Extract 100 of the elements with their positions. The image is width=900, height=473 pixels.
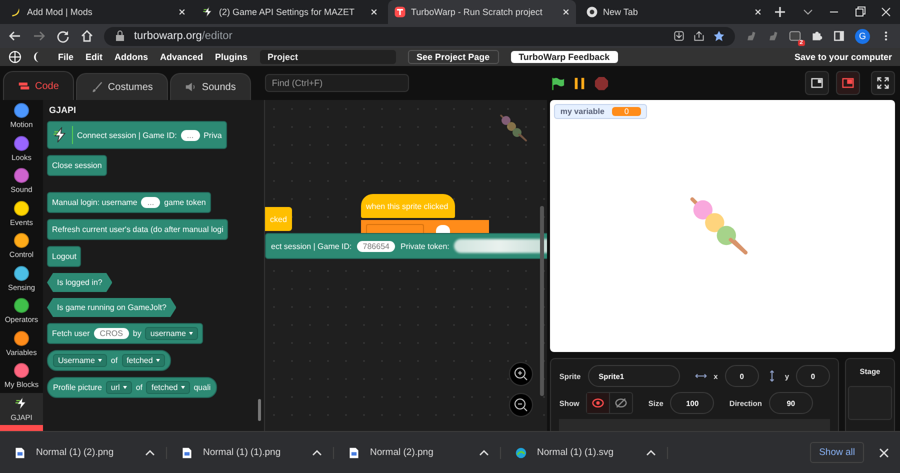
- forward-arrow-icon[interactable]: [32, 29, 46, 43]
- close-icon[interactable]: [370, 8, 378, 16]
- block-input[interactable]: ...: [180, 130, 200, 140]
- eye-icon: [592, 397, 604, 409]
- speaker-icon: [184, 81, 197, 93]
- large-stage-button[interactable]: [836, 71, 860, 95]
- block-text: Priva: [204, 130, 222, 140]
- dinosaur-icon[interactable]: [745, 30, 757, 42]
- dinosaur-icon[interactable]: [767, 30, 779, 42]
- gjapi-block[interactable]: Fetch user CROS by username: [47, 323, 203, 344]
- block-text: Close session: [52, 161, 102, 170]
- small-stage-button[interactable]: [805, 71, 829, 95]
- new-tab-icon[interactable]: [774, 6, 786, 18]
- show-all-button[interactable]: Show all: [810, 442, 864, 463]
- gjapi-block[interactable]: Is game running on GameJolt?: [47, 298, 176, 317]
- browser-tab[interactable]: TurboWarp - Run Scratch project: [388, 0, 576, 24]
- gjapi-block[interactable]: Manual login: username ... game token: [47, 192, 211, 213]
- gjapi-block[interactable]: Is logged in?: [47, 273, 112, 292]
- restore-icon[interactable]: [854, 6, 866, 18]
- stage-canvas[interactable]: my variable 0: [550, 100, 895, 352]
- lightning-bolt-icon: [52, 127, 68, 143]
- caret-icon: [156, 359, 160, 362]
- editor-tab[interactable]: Sounds: [170, 73, 251, 100]
- block-text: cked: [270, 214, 287, 224]
- gjapi-block[interactable]: ect session | Game ID: 786654 Private token:: [265, 233, 548, 259]
- download-item[interactable]: Normal (2).png: [348, 446, 501, 458]
- block-input[interactable]: CROS: [94, 328, 129, 339]
- variable-value: 0: [612, 107, 641, 116]
- block-dropdown[interactable]: fetched: [122, 354, 165, 367]
- install-icon[interactable]: [673, 30, 685, 42]
- gjapi-block[interactable]: Logout: [47, 246, 82, 267]
- project-title-field[interactable]: Project: [260, 50, 396, 64]
- home-icon[interactable]: [80, 29, 94, 43]
- browser-tab[interactable]: (2) Game API Settings for MAZET: [196, 0, 384, 24]
- side-panel-icon[interactable]: [833, 30, 845, 42]
- puzzle-piece-icon[interactable]: [811, 30, 823, 42]
- block-text: when this sprite clicked: [366, 202, 448, 210]
- block-text: Refresh current user's data (do after manual logi: [52, 225, 224, 234]
- scrollbar-thumb[interactable]: [540, 206, 544, 396]
- gjapi-block[interactable]: Connect session | Game ID: ... Priva: [47, 121, 227, 149]
- chrome-logo-icon: [586, 6, 598, 18]
- stage-thumbnail[interactable]: [848, 386, 892, 420]
- gjapi-block[interactable]: Username of fetched: [47, 350, 171, 371]
- share-icon[interactable]: [693, 30, 705, 42]
- block-dropdown[interactable]: username: [145, 327, 198, 340]
- block-dropdown[interactable]: url: [106, 381, 132, 394]
- address-bar[interactable]: turbowarp.org/editor: [104, 26, 735, 46]
- variable-monitor: my variable 0: [554, 104, 647, 119]
- block-input[interactable]: 786654: [356, 240, 396, 252]
- menu-button[interactable]: See Project Page: [408, 50, 499, 64]
- block-input[interactable]: [436, 225, 450, 233]
- scrollbar-thumb[interactable]: [258, 399, 261, 421]
- editor-tab[interactable]: Costumes: [76, 73, 168, 100]
- download-item[interactable]: Normal (1) (1).png: [181, 446, 334, 458]
- block-input[interactable]: ...: [141, 197, 160, 208]
- close-icon[interactable]: [754, 8, 762, 16]
- extension-icon[interactable]: [789, 30, 801, 42]
- menu-item[interactable]: Edit: [86, 52, 103, 62]
- find-field[interactable]: Find (Ctrl+F): [264, 74, 409, 92]
- globe-icon[interactable]: [8, 50, 22, 64]
- zoom-out-button[interactable]: [509, 393, 534, 417]
- browser-tab[interactable]: New Tab: [580, 0, 768, 24]
- block-dropdown[interactable]: fetched: [146, 381, 190, 394]
- menu-item[interactable]: Addons: [114, 52, 148, 62]
- menu-item[interactable]: Plugins: [215, 52, 248, 62]
- gjapi-block[interactable]: Refresh current user's data (do after manual logi: [47, 219, 228, 240]
- back-arrow-icon[interactable]: [8, 29, 22, 43]
- profile-avatar[interactable]: G: [855, 28, 870, 44]
- block-dropdown[interactable]: Username: [53, 354, 107, 367]
- image-file-icon: [14, 446, 26, 458]
- menu-button[interactable]: TurboWarp Feedback: [510, 51, 618, 63]
- browser-tab[interactable]: Add Mod | Mods: [4, 0, 192, 24]
- close-icon[interactable]: [880, 6, 892, 18]
- save-button[interactable]: Save to your computer: [794, 52, 892, 62]
- flag-icon[interactable]: [550, 76, 566, 90]
- paintbrush-icon: [90, 81, 103, 93]
- star-icon[interactable]: [713, 30, 725, 42]
- banana-icon: [10, 6, 22, 18]
- block-text: Private token:: [400, 242, 450, 250]
- close-icon[interactable]: [178, 8, 186, 16]
- large-stage-icon: [842, 77, 854, 89]
- close-icon[interactable]: [878, 446, 890, 458]
- caret-icon: [98, 359, 102, 362]
- image-file-icon: [348, 446, 360, 458]
- download-item[interactable]: Normal (1) (2).png: [14, 446, 167, 458]
- block-text: Is logged in?: [57, 278, 102, 287]
- close-icon[interactable]: [562, 8, 570, 16]
- reload-icon[interactable]: [56, 29, 70, 43]
- control-block[interactable]: [361, 220, 489, 233]
- gjapi-block[interactable]: Close session: [47, 155, 107, 176]
- menu-item[interactable]: Advanced: [160, 52, 204, 62]
- category-heading: GJAPI: [48, 104, 78, 115]
- show-sprite-button[interactable]: [587, 393, 610, 413]
- download-item[interactable]: Normal (1) (1).svg: [515, 446, 668, 458]
- gjapi-block[interactable]: Profile picture url of fetched quali: [47, 377, 217, 398]
- menu-item[interactable]: File: [58, 52, 74, 62]
- fullscreen-icon: [877, 77, 889, 89]
- zoom-in-button[interactable]: [509, 362, 534, 386]
- editor-tab[interactable]: Code: [3, 71, 74, 100]
- fullscreen-button[interactable]: [871, 71, 895, 95]
